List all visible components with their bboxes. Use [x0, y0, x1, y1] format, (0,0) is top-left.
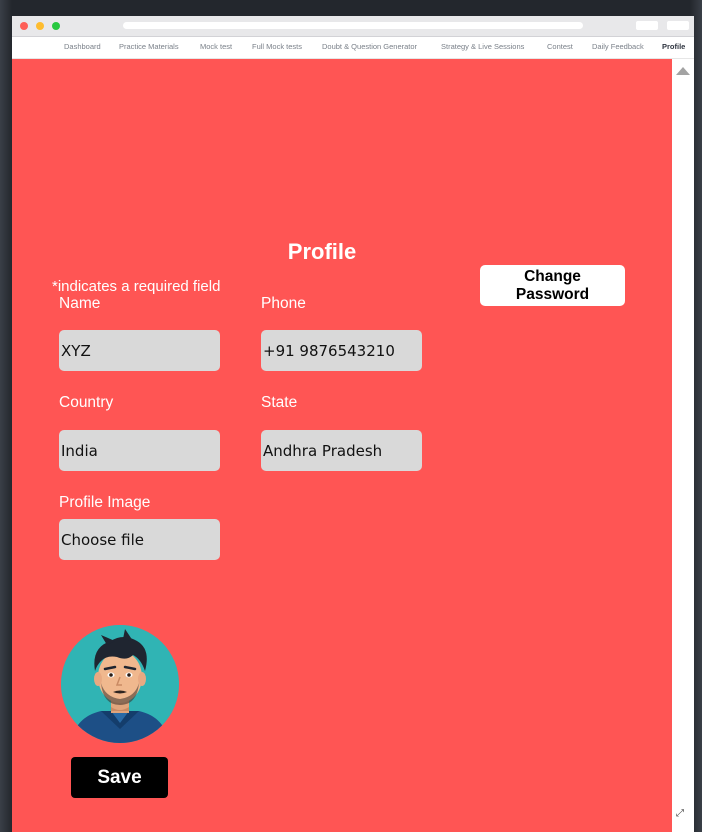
- required-field-note: *indicates a required field: [52, 278, 221, 295]
- address-bar[interactable]: [123, 22, 583, 29]
- save-button[interactable]: Save: [71, 757, 168, 798]
- country-field[interactable]: India: [59, 430, 220, 471]
- page-title: Profile: [287, 239, 357, 264]
- country-label: Country: [59, 394, 114, 411]
- nav-profile[interactable]: Profile: [662, 42, 685, 51]
- top-navigation: Dashboard Practice Materials Mock test F…: [12, 37, 694, 59]
- minimize-window-icon[interactable]: [36, 22, 44, 30]
- nav-mock-test[interactable]: Mock test: [200, 42, 232, 51]
- nav-practice-materials[interactable]: Practice Materials: [119, 42, 179, 51]
- browser-window: Dashboard Practice Materials Mock test F…: [12, 16, 694, 832]
- name-label: Name: [59, 295, 101, 312]
- profile-page: Profile *indicates a required field Chan…: [12, 59, 672, 832]
- name-field[interactable]: XYZ: [59, 330, 220, 371]
- avatar: [61, 625, 179, 743]
- nav-contest[interactable]: Contest: [547, 42, 573, 51]
- toolbar-button[interactable]: [636, 21, 658, 30]
- scroll-up-arrow-icon[interactable]: [676, 67, 690, 75]
- phone-label: Phone: [261, 295, 306, 312]
- person-avatar-icon: [61, 625, 179, 743]
- maximize-window-icon[interactable]: [52, 22, 60, 30]
- state-label: State: [261, 394, 298, 411]
- nav-doubt-question-generator[interactable]: Doubt & Question Generator: [322, 42, 417, 51]
- phone-field[interactable]: +91 9876543210: [261, 330, 422, 371]
- scrollbar[interactable]: [672, 59, 694, 832]
- nav-full-mock-tests[interactable]: Full Mock tests: [252, 42, 302, 51]
- resize-handle-icon[interactable]: ⤢: [676, 808, 684, 819]
- nav-daily-feedback[interactable]: Daily Feedback: [592, 42, 644, 51]
- close-window-icon[interactable]: [20, 22, 28, 30]
- state-field[interactable]: Andhra Pradesh: [261, 430, 422, 471]
- choose-file-button[interactable]: Choose file: [59, 519, 220, 560]
- profile-image-label: Profile Image: [59, 494, 151, 511]
- toolbar-button[interactable]: [667, 21, 689, 30]
- change-password-button[interactable]: Change Password: [480, 265, 625, 306]
- nav-dashboard[interactable]: Dashboard: [64, 42, 101, 51]
- nav-strategy-live-sessions[interactable]: Strategy & Live Sessions: [441, 42, 524, 51]
- window-titlebar: [12, 16, 694, 37]
